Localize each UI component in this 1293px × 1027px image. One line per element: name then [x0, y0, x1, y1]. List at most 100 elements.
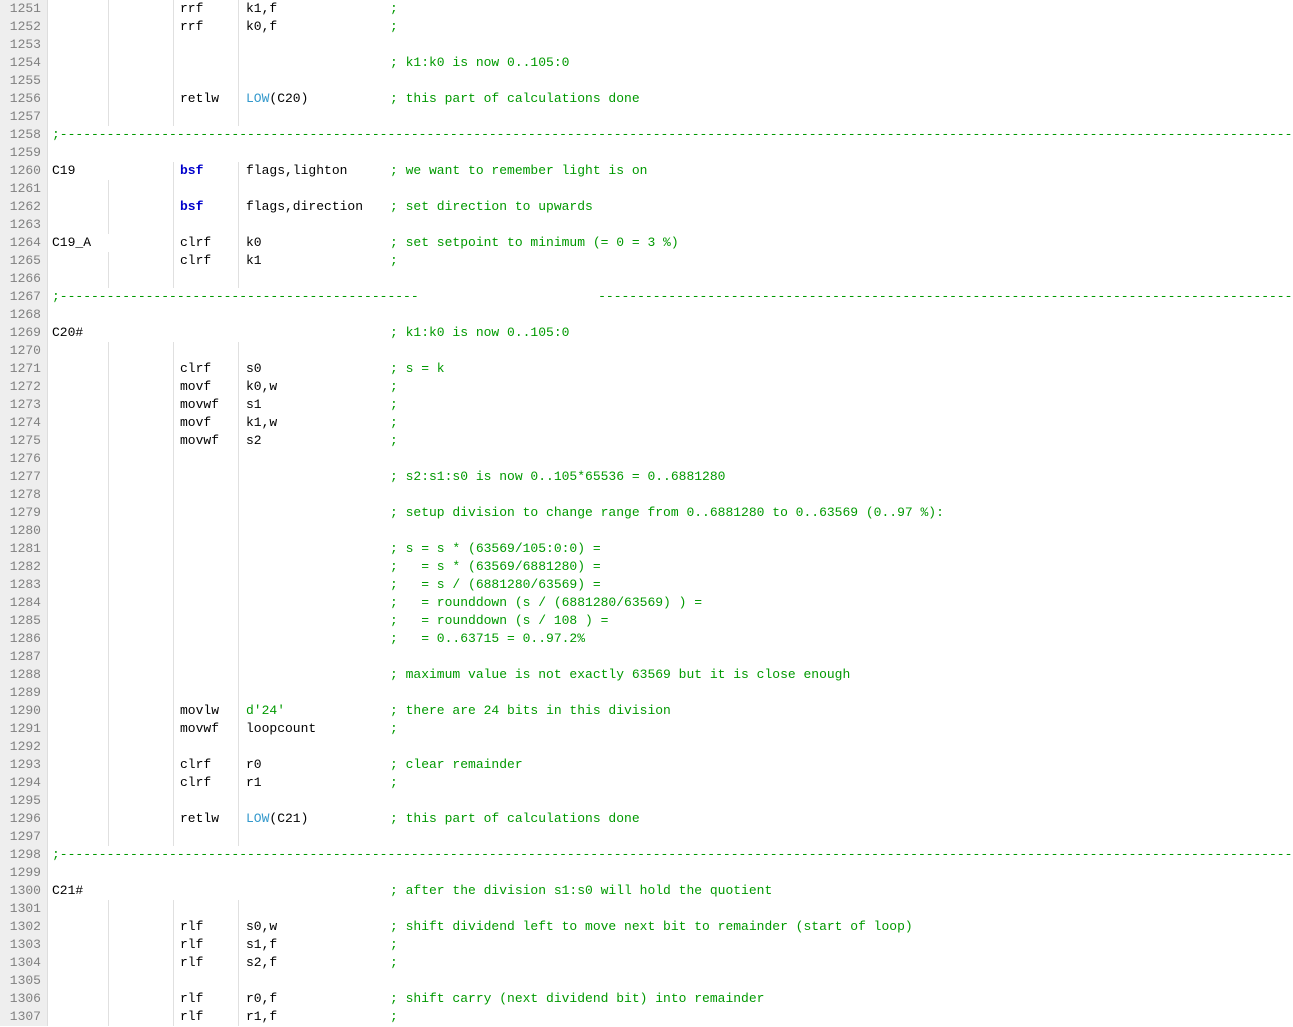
asm-opcode: clrf [180, 234, 211, 252]
comment: ; [390, 414, 398, 432]
line-number: 1277 [4, 468, 41, 486]
indent-guide [108, 396, 109, 414]
asm-argument: k0,w [246, 378, 277, 396]
code-line: C21#; after the division s1:s0 will hold… [48, 882, 1293, 900]
line-number: 1272 [4, 378, 41, 396]
asm-opcode: retlw [180, 90, 219, 108]
indent-guide [238, 540, 239, 558]
indent-guide [108, 432, 109, 450]
code-line [48, 864, 1293, 882]
code-line: ; setup division to change range from 0.… [48, 504, 1293, 522]
code-line: C19bsfflags,lighton; we want to remember… [48, 162, 1293, 180]
line-number: 1303 [4, 936, 41, 954]
indent-guide [108, 684, 109, 702]
code-line: clrfk1; [48, 252, 1293, 270]
code-line: rlfs2,f; [48, 954, 1293, 972]
line-number: 1271 [4, 360, 41, 378]
indent-guide [173, 414, 174, 432]
indent-guide [173, 0, 174, 18]
asm-argument: r0,f [246, 990, 277, 1008]
indent-guide [108, 18, 109, 36]
indent-guide [238, 468, 239, 486]
comment: ; clear remainder [390, 756, 523, 774]
asm-opcode: rlf [180, 936, 203, 954]
asm-argument: r0 [246, 756, 262, 774]
asm-label: C19_A [52, 234, 91, 252]
code-line: rlfr1,f; [48, 1008, 1293, 1026]
asm-argument: loopcount [246, 720, 316, 738]
code-line [48, 972, 1293, 990]
line-number: 1289 [4, 684, 41, 702]
indent-guide [238, 0, 239, 18]
code-line [48, 684, 1293, 702]
line-number: 1265 [4, 252, 41, 270]
line-number: 1305 [4, 972, 41, 990]
code-area[interactable]: rrfk1,f;rrfk0,f;; k1:k0 is now 0..105:0r… [48, 0, 1293, 1026]
asm-argument: flags,lighton [246, 162, 347, 180]
indent-guide [108, 738, 109, 756]
indent-guide [238, 738, 239, 756]
code-line: clrf r0 ; clear remainder [48, 756, 1293, 774]
indent-guide [173, 918, 174, 936]
asm-opcode: rlf [180, 954, 203, 972]
line-number: 1285 [4, 612, 41, 630]
comment: ; setup division to change range from 0.… [390, 504, 944, 522]
code-line [48, 216, 1293, 234]
asm-opcode: clrf [180, 756, 211, 774]
indent-guide [108, 720, 109, 738]
asm-argument: s2,f [246, 954, 277, 972]
indent-guide [238, 414, 239, 432]
indent-guide [173, 216, 174, 234]
indent-guide [173, 936, 174, 954]
indent-guide [238, 1008, 239, 1026]
indent-guide [108, 342, 109, 360]
asm-opcode: retlw [180, 810, 219, 828]
indent-guide [173, 36, 174, 54]
line-number: 1275 [4, 432, 41, 450]
comment: ;---------------------------------------… [52, 288, 1293, 306]
code-line [48, 738, 1293, 756]
comment: ; [390, 432, 398, 450]
indent-guide [108, 198, 109, 216]
comment: ; after the division s1:s0 will hold the… [390, 882, 772, 900]
indent-guide [108, 918, 109, 936]
indent-guide [173, 612, 174, 630]
comment: ; k1:k0 is now 0..105:0 [390, 54, 569, 72]
indent-guide [108, 828, 109, 846]
line-number: 1301 [4, 900, 41, 918]
indent-guide [238, 504, 239, 522]
line-number: 1288 [4, 666, 41, 684]
indent-guide [173, 954, 174, 972]
line-number: 1270 [4, 342, 41, 360]
comment: ;---------------------------------------… [52, 126, 1293, 144]
indent-guide [108, 378, 109, 396]
indent-guide [238, 810, 239, 828]
indent-guide [108, 0, 109, 18]
line-number: 1252 [4, 18, 41, 36]
code-line: retlwLOW(C21); this part of calculations… [48, 810, 1293, 828]
indent-guide [108, 54, 109, 72]
code-line: movlwd'24'; there are 24 bits in this di… [48, 702, 1293, 720]
comment: ; shift carry (next dividend bit) into r… [390, 990, 764, 1008]
asm-argument: s2 [246, 432, 262, 450]
indent-guide [108, 900, 109, 918]
indent-guide [173, 648, 174, 666]
asm-opcode: rlf [180, 990, 203, 1008]
line-number: 1264 [4, 234, 41, 252]
asm-opcode: movwf [180, 396, 219, 414]
line-number: 1295 [4, 792, 41, 810]
indent-guide [108, 594, 109, 612]
indent-guide [173, 234, 174, 252]
indent-guide [238, 36, 239, 54]
indent-guide [238, 162, 239, 180]
asm-argument: s0,w [246, 918, 277, 936]
line-number: 1292 [4, 738, 41, 756]
asm-argument: LOW(C21) [246, 810, 308, 828]
indent-guide [238, 684, 239, 702]
indent-guide [238, 396, 239, 414]
indent-guide [173, 252, 174, 270]
indent-guide [238, 180, 239, 198]
indent-guide [238, 612, 239, 630]
asm-opcode: movwf [180, 432, 219, 450]
indent-guide [173, 180, 174, 198]
